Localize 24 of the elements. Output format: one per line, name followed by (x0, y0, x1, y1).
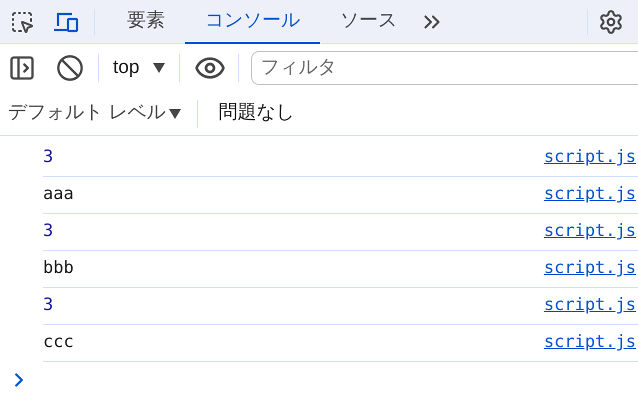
sidebar-toggle-icon[interactable] (8, 54, 36, 82)
panel-tab[interactable]: ソース (320, 0, 417, 44)
dropdown-arrow-icon (153, 63, 166, 73)
console-message: 3 (43, 146, 54, 170)
source-link[interactable]: script.js (544, 219, 636, 245)
console-message: ccc (43, 331, 74, 354)
settings-icon[interactable] (598, 8, 624, 34)
source-link[interactable]: script.js (544, 330, 636, 356)
issues-status: 問題なし (218, 101, 294, 126)
dropdown-arrow-icon (169, 108, 182, 118)
log-levels-dropdown[interactable]: デフォルト レベル (8, 99, 182, 128)
console-message: 3 (43, 294, 54, 318)
source-link[interactable]: script.js (544, 145, 636, 171)
source-link[interactable]: script.js (544, 256, 636, 282)
console-message: aaa (43, 183, 74, 206)
console-message: 3 (43, 220, 54, 244)
filter-field[interactable]: フィルタ (251, 51, 638, 85)
source-link[interactable]: script.js (544, 293, 636, 319)
source-link[interactable]: script.js (544, 182, 636, 208)
clear-console-icon[interactable] (56, 54, 84, 82)
panel-tab[interactable]: コンソール (185, 0, 320, 44)
console-message: bbb (43, 257, 74, 280)
context-dropdown[interactable]: top (113, 54, 166, 82)
panel-tab[interactable]: 要素 (107, 0, 185, 44)
